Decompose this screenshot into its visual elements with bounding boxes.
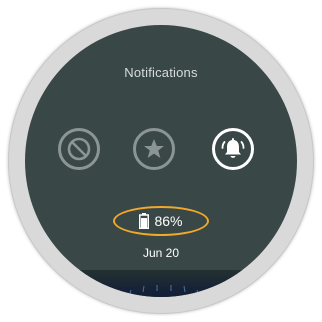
battery-icon xyxy=(139,213,150,229)
all-notifications-button[interactable] xyxy=(212,128,254,170)
watch-screen: Notifications 86% Jun 20 xyxy=(25,25,297,297)
priority-only-button[interactable] xyxy=(133,128,175,170)
star-icon xyxy=(144,139,164,158)
notifications-title: Notifications xyxy=(124,65,198,80)
date-label: Jun 20 xyxy=(142,246,180,260)
watch-face-peek xyxy=(25,270,297,297)
battery-percent: 86% xyxy=(154,213,183,229)
bell-icon xyxy=(221,138,245,158)
do-not-disturb-button[interactable] xyxy=(58,128,100,170)
battery-status: 86% xyxy=(113,206,209,236)
block-icon xyxy=(67,137,91,161)
